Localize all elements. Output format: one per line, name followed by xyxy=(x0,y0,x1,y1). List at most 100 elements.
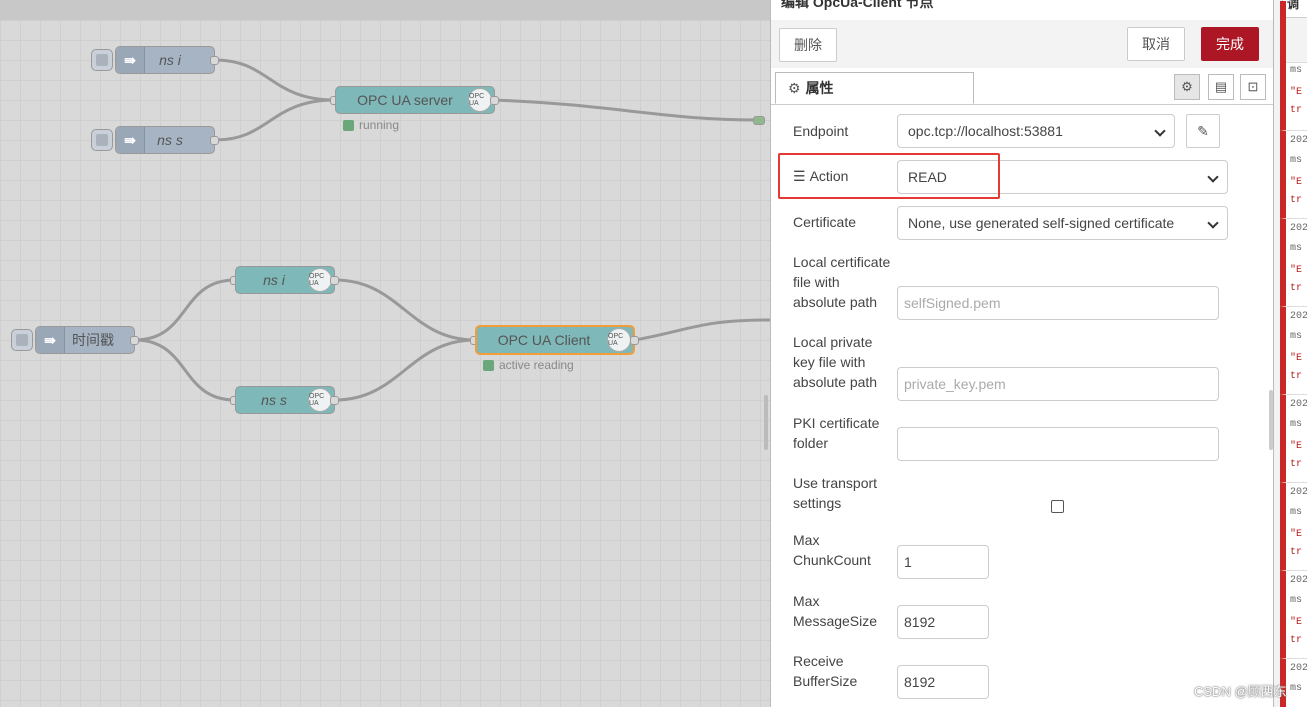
private-key-input[interactable]: private_key.pem xyxy=(897,367,1219,401)
msg-value: "E xyxy=(1290,353,1303,364)
msg-value: "E xyxy=(1290,87,1303,98)
inject-trigger-button[interactable] xyxy=(91,49,113,71)
certificate-value: None, use generated self-signed certific… xyxy=(908,215,1175,231)
label-line: BufferSize xyxy=(793,673,858,689)
opc-item-node-ns-i[interactable]: ns i OPC UA xyxy=(235,266,335,294)
wire xyxy=(134,278,236,342)
label-line: absolute path xyxy=(793,294,878,310)
status-text: active reading xyxy=(499,358,574,372)
debug-message[interactable]: 202 ms "E tr xyxy=(1280,307,1307,395)
output-port[interactable] xyxy=(330,396,339,405)
receive-buffersize-input[interactable]: 8192 xyxy=(897,665,989,699)
debug-message[interactable]: ms "E tr xyxy=(1280,1,1307,131)
flow-workspace[interactable]: ⇛ ns i ⇛ ns s OPC UA server OPC UA runni… xyxy=(0,0,770,707)
placeholder-text: private_key.pem xyxy=(904,376,1006,392)
tab-properties[interactable]: ⚙ 属性 xyxy=(775,72,974,104)
status-text: running xyxy=(359,118,400,132)
node-label: ns s xyxy=(157,132,183,148)
output-port[interactable] xyxy=(490,96,499,105)
label-line: absolute path xyxy=(793,374,878,390)
done-button[interactable]: 完成 xyxy=(1201,27,1259,61)
msg-value: "E xyxy=(1290,441,1303,452)
msg-date: 202 xyxy=(1290,311,1307,322)
max-messagesize-label: Max MessageSize xyxy=(793,591,877,631)
msg-date: 202 xyxy=(1290,487,1307,498)
description-document-icon[interactable]: ▤ xyxy=(1208,74,1234,100)
output-port[interactable] xyxy=(330,276,339,285)
opc-ua-client-node[interactable]: OPC UA Client OPC UA xyxy=(475,325,635,355)
max-chunkcount-input[interactable]: 1 xyxy=(897,545,989,579)
msg-topic: ms xyxy=(1290,65,1303,76)
debug-message-list[interactable]: ms "E tr 202 ms "E tr 202 ms "E tr 202 m… xyxy=(1280,1,1307,707)
certificate-label: Certificate xyxy=(793,214,857,230)
delete-button[interactable]: 删除 xyxy=(779,28,837,62)
input-value: 1 xyxy=(904,554,912,570)
inject-trigger-button[interactable] xyxy=(11,329,33,351)
panel-resize-handle[interactable] xyxy=(764,395,768,450)
opc-item-node-ns-s[interactable]: ns s OPC UA xyxy=(235,386,335,414)
tray-toolbar: 删除 取消 完成 xyxy=(771,20,1274,69)
msg-value: tr xyxy=(1290,459,1303,470)
label-line: PKI certificate xyxy=(793,415,880,431)
inject-node-timestamp[interactable]: ⇛ 时间戳 xyxy=(35,326,135,354)
debug-message[interactable]: 202 ms "E tr xyxy=(1280,483,1307,571)
msg-date: 202 xyxy=(1290,135,1307,146)
transport-settings-checkbox[interactable] xyxy=(1051,500,1064,513)
transport-settings-label: Use transport settings xyxy=(793,473,877,513)
tray-tabs: ⚙ 属性 ⚙ ▤ ⊡ xyxy=(771,68,1274,105)
node-status: active reading xyxy=(483,358,574,372)
msg-topic: ms xyxy=(1290,683,1303,694)
output-port[interactable] xyxy=(630,336,639,345)
inject-node-ns-i[interactable]: ⇛ ns i xyxy=(115,46,215,74)
msg-value: "E xyxy=(1290,177,1303,188)
debug-message[interactable]: 202 ms "E tr xyxy=(1280,219,1307,307)
label-line: folder xyxy=(793,435,829,451)
msg-value: tr xyxy=(1290,547,1303,558)
output-port[interactable] xyxy=(210,136,219,145)
pki-folder-input[interactable] xyxy=(897,427,1219,461)
offscreen-node-port[interactable] xyxy=(753,116,765,125)
output-port[interactable] xyxy=(210,56,219,65)
local-cert-label: Local certificate file with absolute pat… xyxy=(793,252,890,312)
endpoint-select[interactable]: opc.tcp://localhost:53881 xyxy=(897,114,1175,148)
debug-message[interactable]: 202 ms "E tr xyxy=(1280,571,1307,659)
label-line: Receive xyxy=(793,653,844,669)
output-port[interactable] xyxy=(130,336,139,345)
endpoint-label: Endpoint xyxy=(793,123,849,139)
debug-message[interactable]: 202 ms "E tr xyxy=(1280,131,1307,219)
certificate-select[interactable]: None, use generated self-signed certific… xyxy=(897,206,1228,240)
msg-topic: ms xyxy=(1290,243,1303,254)
input-value: 8192 xyxy=(904,614,936,630)
label-line: Use transport xyxy=(793,475,878,491)
label-line: file with xyxy=(793,274,840,290)
node-label: ns i xyxy=(263,272,285,288)
endpoint-value: opc.tcp://localhost:53881 xyxy=(908,123,1063,139)
gear-icon: ⚙ xyxy=(788,79,801,96)
input-value: 8192 xyxy=(904,674,936,690)
inject-arrow-icon: ⇛ xyxy=(116,127,145,153)
msg-value: tr xyxy=(1290,195,1303,206)
appearance-frame-icon[interactable]: ⊡ xyxy=(1240,74,1266,100)
inject-trigger-button[interactable] xyxy=(91,129,113,151)
label-line: settings xyxy=(793,495,842,511)
max-messagesize-input[interactable]: 8192 xyxy=(897,605,989,639)
node-status: running xyxy=(343,118,399,132)
msg-value: tr xyxy=(1290,283,1303,294)
debug-message[interactable]: 202 ms "E tr xyxy=(1280,395,1307,483)
msg-value: tr xyxy=(1290,635,1303,646)
opc-ua-server-node[interactable]: OPC UA server OPC UA xyxy=(335,86,495,114)
private-key-label: Local private key file with absolute pat… xyxy=(793,332,877,392)
placeholder-text: selfSigned.pem xyxy=(904,295,1001,311)
msg-value: "E xyxy=(1290,617,1303,628)
wire xyxy=(214,98,336,142)
msg-value: tr xyxy=(1290,105,1303,116)
edit-endpoint-pencil-icon[interactable]: ✎ xyxy=(1186,114,1220,148)
settings-gear-icon[interactable]: ⚙ xyxy=(1174,74,1200,100)
label-line: Local certificate xyxy=(793,254,891,270)
inject-node-ns-s[interactable]: ⇛ ns s xyxy=(115,126,215,154)
cancel-button[interactable]: 取消 xyxy=(1127,27,1185,61)
node-label: OPC UA Client xyxy=(497,332,591,348)
msg-date: 202 xyxy=(1290,223,1307,234)
local-cert-input[interactable]: selfSigned.pem xyxy=(897,286,1219,320)
wire xyxy=(493,98,761,122)
